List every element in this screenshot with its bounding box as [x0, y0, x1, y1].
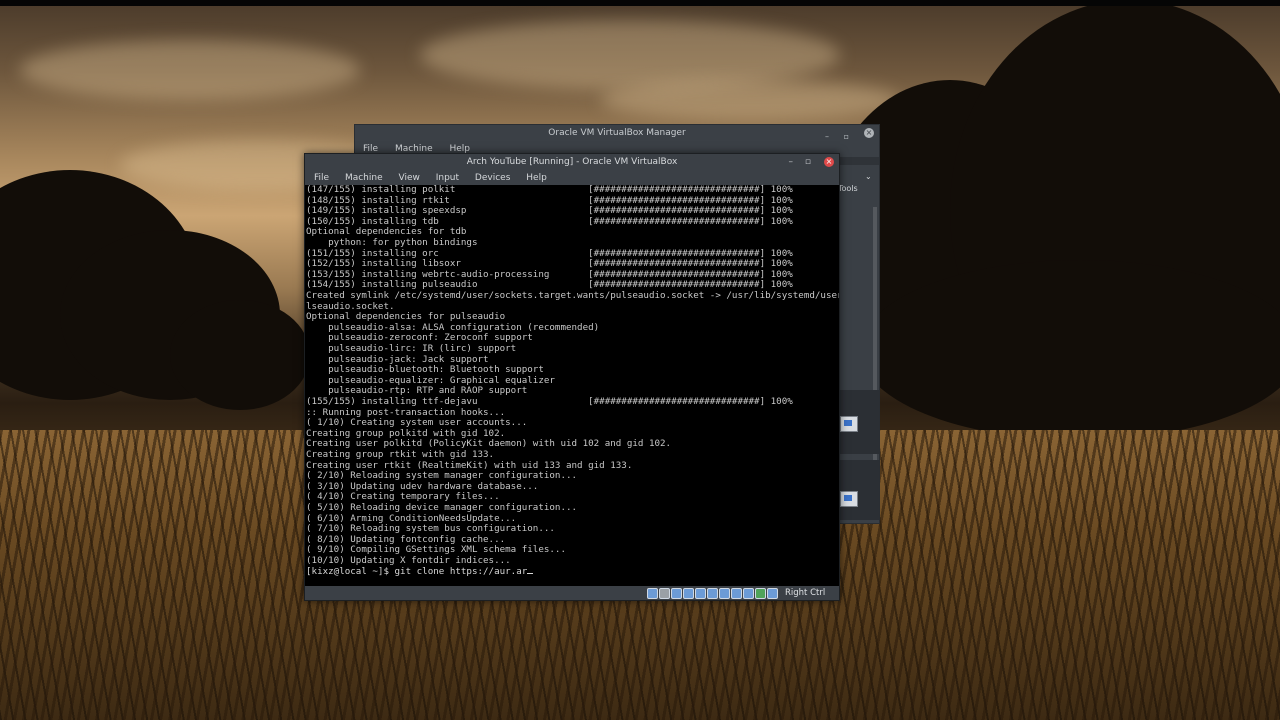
- audio-icon[interactable]: [671, 588, 682, 599]
- terminal-line: (153/155) installing webrtc-audio-proces…: [306, 268, 793, 280]
- terminal-prompt-line[interactable]: [kixz@local ~]$ git clone https://aur.ar: [306, 566, 534, 577]
- network-icon[interactable]: [683, 588, 694, 599]
- terminal-line: lseaudio.socket.: [306, 300, 395, 312]
- terminal-line: Creating user polkitd (PolicyKit daemon)…: [306, 438, 672, 450]
- menu-machine[interactable]: Machine: [345, 173, 383, 183]
- close-icon[interactable]: ×: [824, 157, 834, 167]
- terminal-line: ( 6/10) Arming ConditionNeedsUpdate...: [306, 512, 517, 524]
- terminal-line: :: Running post-transaction hooks...: [306, 406, 506, 418]
- optical-drive-icon[interactable]: [659, 588, 670, 599]
- terminal-line: Optional dependencies for tdb: [306, 226, 467, 238]
- tools-label[interactable]: Tools: [838, 184, 858, 193]
- terminal-line: (154/155) installing pulseaudio [#######…: [306, 279, 793, 291]
- hard-disk-icon[interactable]: [647, 588, 658, 599]
- terminal-line: Created symlink /etc/systemd/user/socket…: [306, 290, 839, 301]
- terminal-line: ( 3/10) Updating udev hardware database.…: [306, 480, 539, 492]
- terminal-line: pulseaudio-alsa: ALSA configuration (rec…: [306, 321, 600, 333]
- shared-folders-icon[interactable]: [707, 588, 718, 599]
- minimize-icon[interactable]: –: [789, 154, 794, 171]
- terminal-line: (148/155) installing rtkit [############…: [306, 194, 793, 206]
- manager-title: Oracle VM VirtualBox Manager: [548, 128, 686, 138]
- terminal-line: Creating group rtkit with gid 133.: [306, 449, 495, 460]
- vm-titlebar[interactable]: Arch YouTube [Running] - Oracle VM Virtu…: [305, 154, 839, 171]
- terminal-line: Creating group polkitd with gid 102.: [306, 427, 506, 439]
- cpu-icon[interactable]: [743, 588, 754, 599]
- storage-settings-icon[interactable]: [840, 491, 858, 507]
- terminal-line: ( 9/10) Compiling GSettings XML schema f…: [306, 544, 566, 556]
- close-icon[interactable]: ×: [864, 128, 874, 138]
- maximize-icon[interactable]: ▫: [805, 154, 811, 171]
- terminal-line: pulseaudio-jack: Jack support: [306, 353, 489, 365]
- terminal-screen[interactable]: (147/155) installing polkit [###########…: [305, 185, 839, 586]
- menu-devices[interactable]: Devices: [475, 173, 510, 183]
- virtualization-icon[interactable]: [755, 588, 766, 599]
- terminal-line: ( 2/10) Reloading system manager configu…: [306, 470, 578, 482]
- terminal-line: pulseaudio-lirc: IR (lirc) support: [306, 343, 517, 354]
- display-icon[interactable]: [719, 588, 730, 599]
- menu-file[interactable]: File: [314, 173, 329, 183]
- manager-section: [835, 460, 879, 520]
- terminal-line: ( 1/10) Creating system user accounts...: [306, 417, 528, 429]
- vm-statusbar: Right Ctrl: [305, 586, 839, 600]
- manager-titlebar[interactable]: Oracle VM VirtualBox Manager – ▫ ×: [355, 125, 879, 142]
- chevron-down-icon[interactable]: ⌄: [865, 172, 872, 181]
- usb-icon[interactable]: [695, 588, 706, 599]
- terminal-line: (151/155) installing orc [##############…: [306, 247, 793, 259]
- menu-help[interactable]: Help: [526, 173, 547, 183]
- maximize-icon[interactable]: ▫: [844, 128, 849, 145]
- vm-title: Arch YouTube [Running] - Oracle VM Virtu…: [466, 157, 678, 167]
- host-key-label[interactable]: Right Ctrl: [785, 587, 825, 599]
- terminal-line: pulseaudio-bluetooth: Bluetooth support: [306, 364, 544, 376]
- terminal-line: pulseaudio-rtp: RTP and RAOP support: [306, 385, 528, 397]
- terminal-line: (155/155) installing ttf-dejavu [#######…: [306, 396, 793, 407]
- menu-input[interactable]: Input: [436, 173, 459, 183]
- terminal-line: pulseaudio-zeroconf: Zeroconf support: [306, 332, 533, 344]
- terminal-line: ( 5/10) Reloading device manager configu…: [306, 502, 578, 513]
- shell-prompt[interactable]: [kixz@local ~]$ git clone https://aur.ar: [306, 566, 527, 577]
- menu-view[interactable]: View: [399, 173, 420, 183]
- terminal-line: ( 7/10) Reloading system bus configurati…: [306, 523, 555, 535]
- terminal-line: Creating user rtkit (RealtimeKit) with u…: [306, 459, 633, 471]
- mouse-integration-icon[interactable]: [767, 588, 778, 599]
- minimize-icon[interactable]: –: [825, 128, 829, 145]
- display-settings-icon[interactable]: [840, 416, 858, 432]
- terminal-line: Optional dependencies for pulseaudio: [306, 311, 506, 323]
- vm-menubar: File Machine View Input Devices Help: [305, 171, 839, 185]
- terminal-line: (147/155) installing polkit [###########…: [306, 185, 793, 195]
- terminal-line: (150/155) installing tdb [##############…: [306, 215, 793, 227]
- terminal-line: pulseaudio-equalizer: Graphical equalize…: [306, 374, 555, 386]
- terminal-line: (152/155) installing libsoxr [##########…: [306, 258, 793, 270]
- terminal-line: ( 4/10) Creating temporary files...: [306, 491, 500, 503]
- terminal-line: (10/10) Updating X fontdir indices...: [306, 555, 511, 566]
- video-capture-icon[interactable]: [731, 588, 742, 599]
- vm-window[interactable]: Arch YouTube [Running] - Oracle VM Virtu…: [304, 153, 840, 601]
- text-cursor: [527, 572, 534, 574]
- terminal-line: python: for python bindings: [306, 237, 478, 248]
- terminal-line: (149/155) installing speexdsp [#########…: [306, 205, 793, 217]
- terminal-line: ( 8/10) Updating fontconfig cache...: [306, 533, 506, 545]
